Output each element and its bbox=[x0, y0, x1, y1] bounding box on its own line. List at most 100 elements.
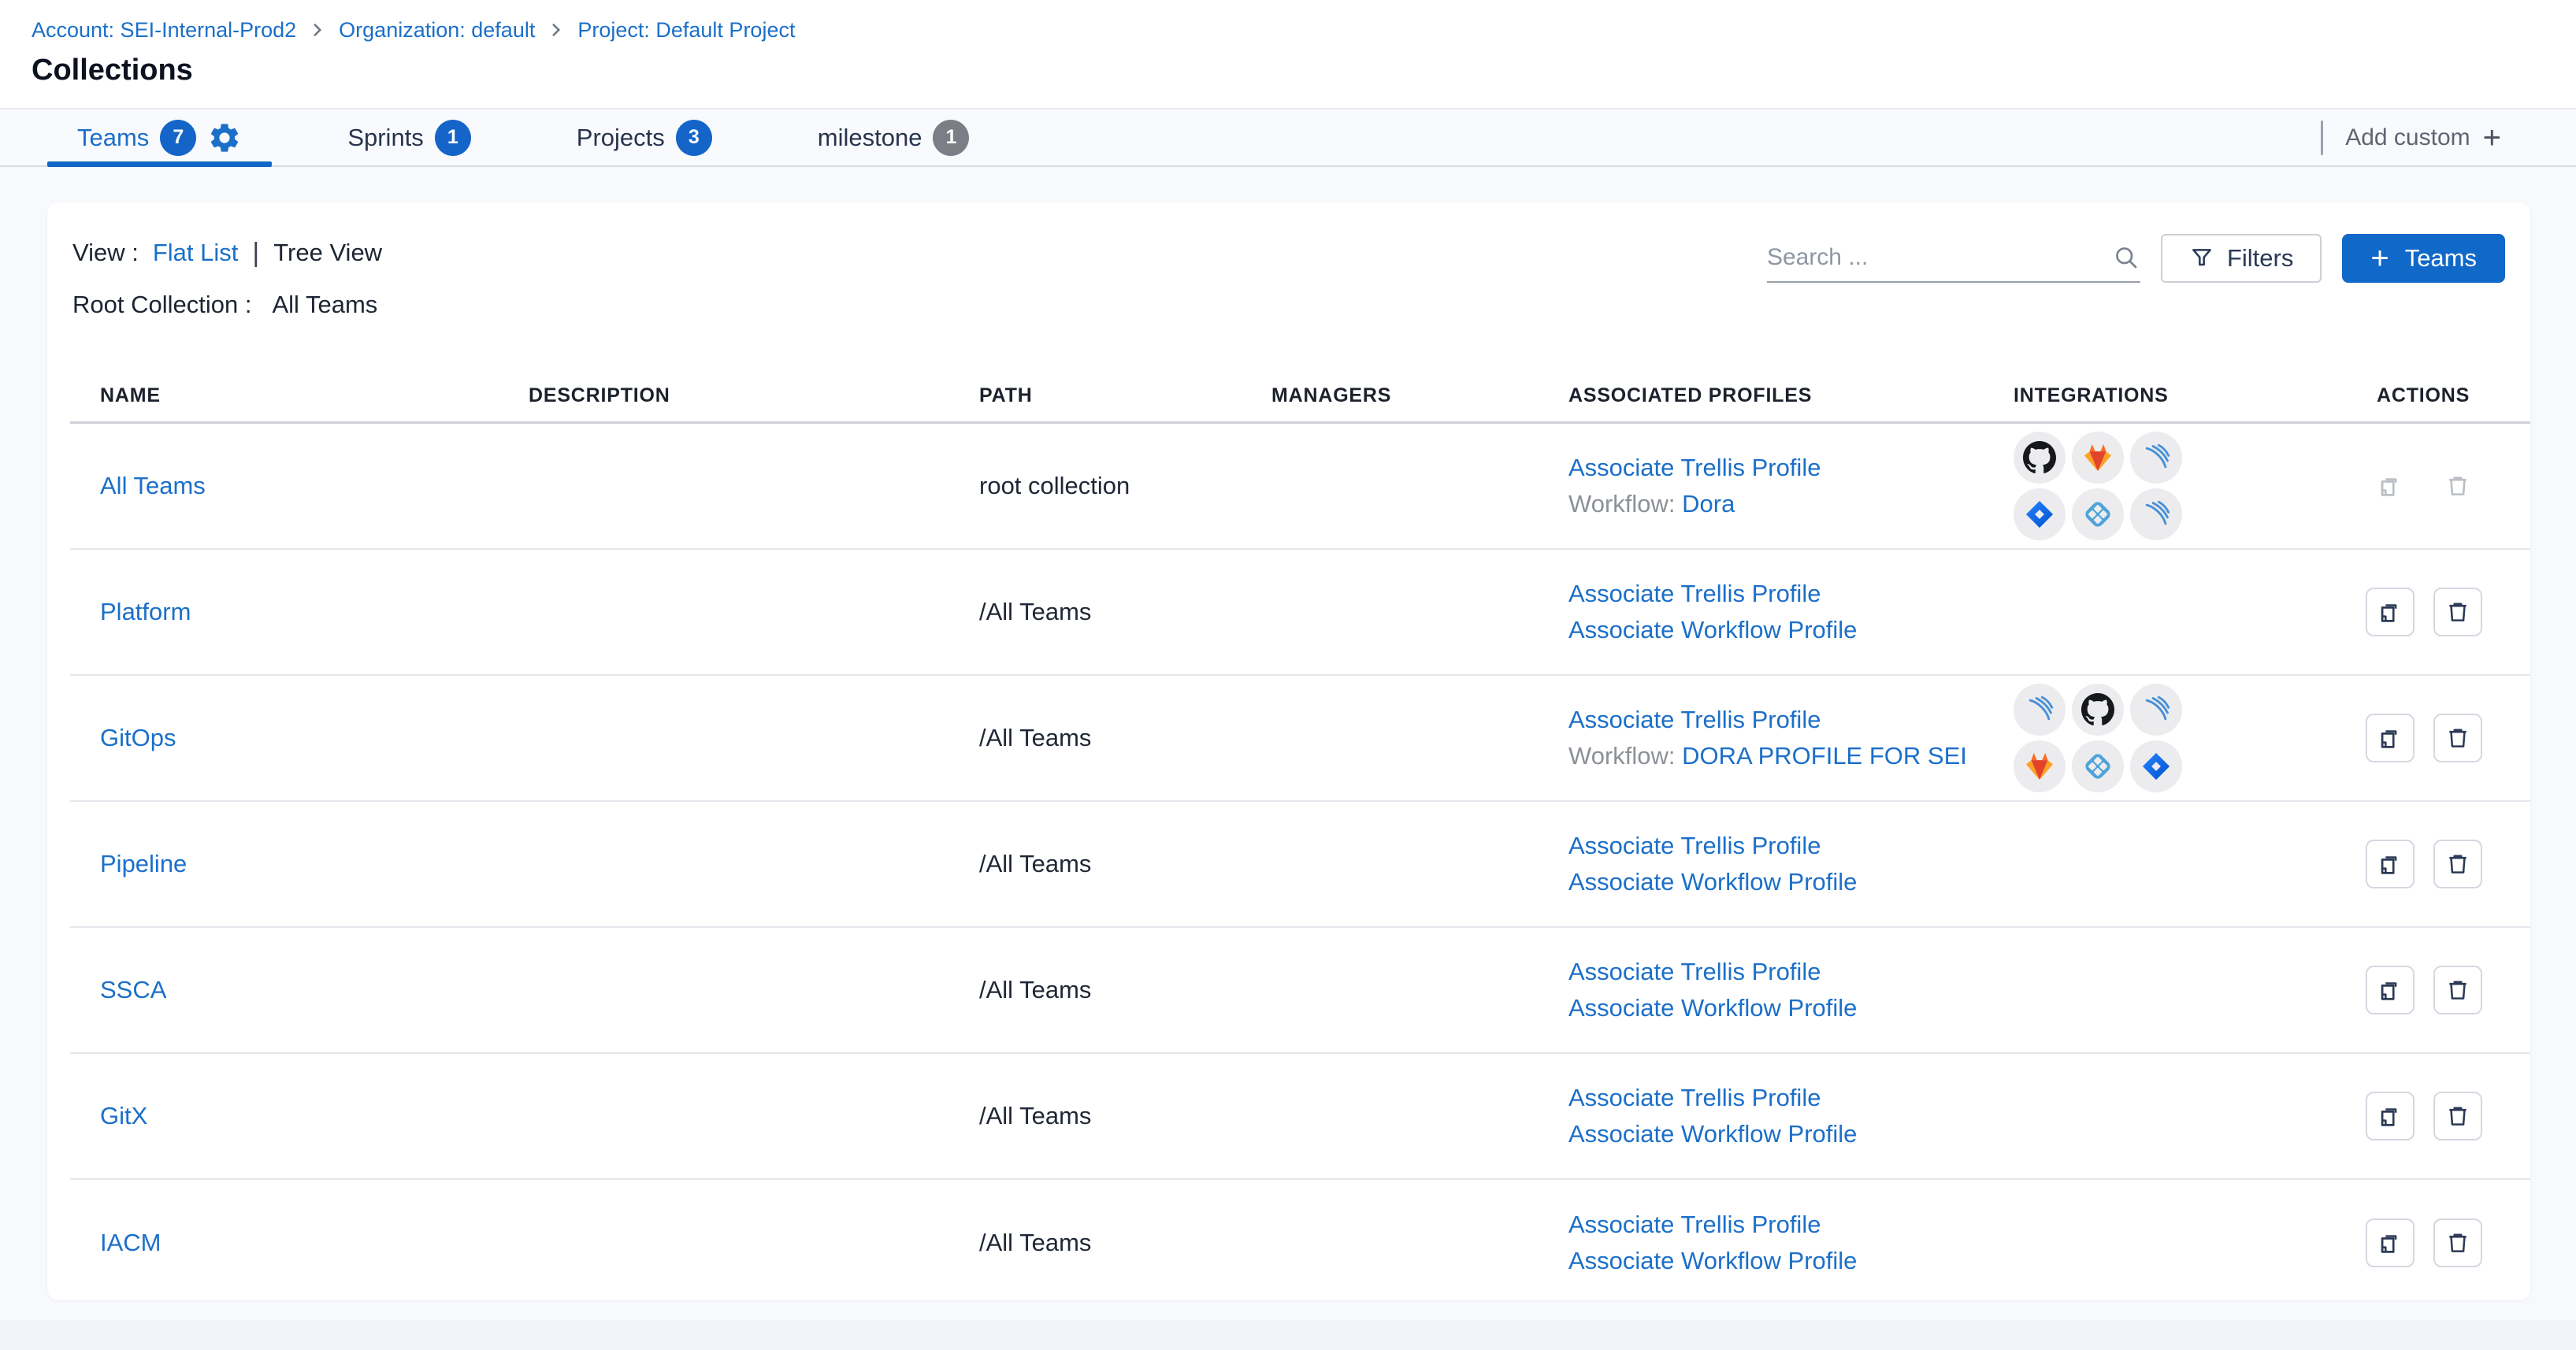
delete-button[interactable] bbox=[2433, 1092, 2482, 1140]
table-row: GitX/All TeamsAssociate Trellis ProfileA… bbox=[70, 1054, 2530, 1180]
profile-link[interactable]: Associate Trellis Profile bbox=[1568, 1084, 1821, 1111]
collection-name-link[interactable]: IACM bbox=[100, 1229, 161, 1256]
collection-name-link[interactable]: Platform bbox=[100, 598, 191, 625]
breadcrumb-account[interactable]: Account: SEI-Internal-Prod2 bbox=[32, 18, 296, 43]
search-input[interactable] bbox=[1767, 244, 2112, 271]
profile-link[interactable]: Associate Workflow Profile bbox=[1568, 994, 1857, 1022]
github-integration-chip[interactable] bbox=[2072, 684, 2124, 736]
duplicate-button bbox=[2366, 462, 2415, 510]
profile-link[interactable]: Associate Trellis Profile bbox=[1568, 706, 1821, 733]
jira-integration-chip[interactable] bbox=[2014, 488, 2066, 540]
collections-tabbar: Teams 7 Sprints 1 Projects 3 milestone 1… bbox=[0, 108, 2576, 167]
breadcrumb-organization[interactable]: Organization: default bbox=[339, 18, 535, 43]
actions-cell bbox=[2366, 588, 2530, 636]
sei-integration-chip[interactable] bbox=[2130, 432, 2182, 484]
sei-arcs-icon bbox=[2140, 441, 2173, 474]
delete-button[interactable] bbox=[2433, 714, 2482, 762]
delete-button[interactable] bbox=[2433, 840, 2482, 888]
view-tree-view[interactable]: Tree View bbox=[273, 239, 382, 267]
profile-link[interactable]: Associate Workflow Profile bbox=[1568, 1120, 1857, 1148]
profile-line: Associate Workflow Profile bbox=[1568, 1247, 2014, 1275]
profile-line: Associate Trellis Profile bbox=[1568, 454, 2014, 482]
duplicate-button[interactable] bbox=[2366, 1092, 2415, 1140]
profile-link[interactable]: Associate Workflow Profile bbox=[1568, 868, 1857, 896]
trash-icon bbox=[2444, 1229, 2471, 1256]
delete-button[interactable] bbox=[2433, 588, 2482, 636]
copy-icon bbox=[2377, 1103, 2403, 1129]
tab-teams[interactable]: Teams 7 bbox=[47, 109, 272, 165]
drone-integration-chip[interactable] bbox=[2072, 740, 2124, 792]
profile-link[interactable]: Associate Trellis Profile bbox=[1568, 832, 1821, 859]
trash-icon bbox=[2444, 977, 2471, 1003]
tab-milestone-count-badge: 1 bbox=[933, 120, 969, 156]
github-integration-chip[interactable] bbox=[2014, 432, 2066, 484]
actions-cell bbox=[2366, 840, 2530, 888]
root-collection-value: All Teams bbox=[272, 291, 377, 319]
profile-link[interactable]: Dora bbox=[1682, 490, 1735, 517]
workflow-label: Workflow: bbox=[1568, 742, 1682, 770]
profile-link[interactable]: Associate Trellis Profile bbox=[1568, 454, 1821, 481]
gitlab-integration-chip[interactable] bbox=[2014, 740, 2066, 792]
profile-link[interactable]: Associate Trellis Profile bbox=[1568, 580, 1821, 607]
sei-integration-chip[interactable] bbox=[2130, 684, 2182, 736]
search-box bbox=[1767, 234, 2140, 283]
collection-name-link[interactable]: Pipeline bbox=[100, 850, 187, 877]
profile-link[interactable]: Associate Workflow Profile bbox=[1568, 616, 1857, 643]
plus-icon: + bbox=[2483, 122, 2501, 154]
duplicate-button[interactable] bbox=[2366, 840, 2415, 888]
delete-button[interactable] bbox=[2433, 1218, 2482, 1267]
drone-integration-chip[interactable] bbox=[2072, 488, 2124, 540]
filters-button[interactable]: Filters bbox=[2161, 234, 2322, 283]
sei-arcs-icon bbox=[2140, 693, 2173, 726]
profile-line: Associate Trellis Profile bbox=[1568, 958, 2014, 986]
add-custom-button[interactable]: Add custom + bbox=[2345, 122, 2501, 154]
profile-link[interactable]: Associate Trellis Profile bbox=[1568, 958, 1821, 985]
duplicate-button[interactable] bbox=[2366, 588, 2415, 636]
path-cell: /All Teams bbox=[979, 850, 1271, 878]
sei-integration-chip[interactable] bbox=[2130, 488, 2182, 540]
profile-link[interactable]: DORA PROFILE FOR SEI bbox=[1682, 742, 1967, 770]
view-label: View : bbox=[72, 239, 139, 267]
header-integrations: INTEGRATIONS bbox=[2014, 384, 2366, 407]
profile-line: Associate Workflow Profile bbox=[1568, 868, 2014, 896]
collection-name-link[interactable]: GitOps bbox=[100, 724, 176, 751]
jira-integration-chip[interactable] bbox=[2130, 740, 2182, 792]
copy-icon bbox=[2377, 851, 2403, 877]
delete-button[interactable] bbox=[2433, 966, 2482, 1014]
duplicate-button[interactable] bbox=[2366, 966, 2415, 1014]
trash-icon bbox=[2444, 473, 2471, 499]
sei-integration-chip[interactable] bbox=[2014, 684, 2066, 736]
profile-link[interactable]: Associate Trellis Profile bbox=[1568, 1211, 1821, 1238]
gitlab-integration-chip[interactable] bbox=[2072, 432, 2124, 484]
chevron-right-icon bbox=[307, 20, 328, 40]
gear-icon[interactable] bbox=[207, 121, 242, 155]
tab-projects[interactable]: Projects 3 bbox=[547, 109, 742, 165]
tab-milestone[interactable]: milestone 1 bbox=[788, 109, 1000, 165]
collection-name-link[interactable]: SSCA bbox=[100, 976, 166, 1003]
collection-name-cell: GitX bbox=[70, 1102, 529, 1130]
jira-icon bbox=[2023, 498, 2056, 531]
associated-profiles-cell: Associate Trellis Profile Associate Workf… bbox=[1568, 832, 2014, 896]
diamond-grid-icon bbox=[2081, 750, 2114, 783]
breadcrumb-project[interactable]: Project: Default Project bbox=[577, 18, 795, 43]
profile-link[interactable]: Associate Workflow Profile bbox=[1568, 1247, 1857, 1274]
actions-cell bbox=[2366, 462, 2530, 510]
associated-profiles-cell: Associate Trellis Profile Associate Workf… bbox=[1568, 1084, 2014, 1148]
tab-teams-label: Teams bbox=[77, 124, 149, 152]
collection-name-link[interactable]: All Teams bbox=[100, 472, 206, 499]
duplicate-button[interactable] bbox=[2366, 714, 2415, 762]
collection-name-link[interactable]: GitX bbox=[100, 1102, 147, 1129]
tabbar-divider bbox=[2321, 121, 2323, 155]
add-teams-button[interactable]: + Teams bbox=[2342, 234, 2505, 283]
table-header-row: NAME DESCRIPTION PATH MANAGERS ASSOCIATE… bbox=[70, 369, 2530, 421]
copy-icon bbox=[2377, 599, 2403, 625]
duplicate-button[interactable] bbox=[2366, 1218, 2415, 1267]
integrations-cell bbox=[2014, 684, 2184, 792]
collections-table: NAME DESCRIPTION PATH MANAGERS ASSOCIATE… bbox=[70, 369, 2530, 1306]
tab-projects-label: Projects bbox=[577, 124, 665, 152]
collection-name-cell: GitOps bbox=[70, 724, 529, 752]
tab-sprints-label: Sprints bbox=[347, 124, 423, 152]
tab-sprints[interactable]: Sprints 1 bbox=[317, 109, 500, 165]
add-teams-button-label: Teams bbox=[2405, 244, 2477, 273]
view-flat-list[interactable]: Flat List bbox=[153, 239, 239, 267]
